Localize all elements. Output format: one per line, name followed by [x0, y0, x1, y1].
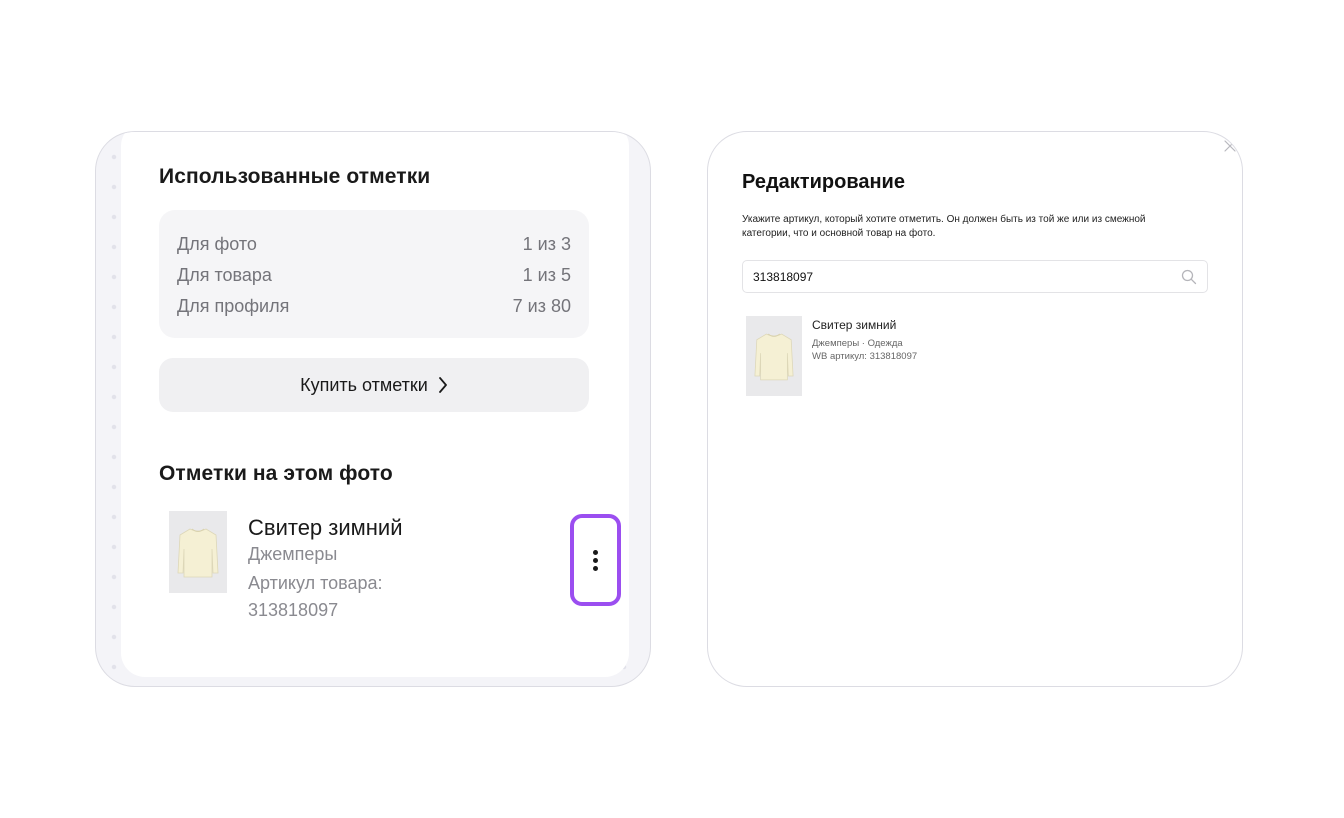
stat-label: Для товара: [177, 265, 272, 285]
search-result-item[interactable]: Свитер зимний Джемперы · Одежда WB артик…: [746, 316, 1046, 398]
search-icon[interactable]: [1181, 269, 1197, 285]
marks-stats-box: Для фото 1 из 3 Для товара 1 из 5 Для пр…: [159, 210, 589, 338]
stat-row-profile: Для профиля 7 из 80: [177, 294, 571, 325]
photo-marks-title: Отметки на этом фото: [159, 462, 393, 485]
used-marks-panel: Использованные отметки Для фото 1 из 3 Д…: [95, 131, 651, 687]
article-search-field: [742, 260, 1208, 293]
used-marks-card: Использованные отметки Для фото 1 из 3 Д…: [121, 132, 629, 677]
edit-modal: Редактирование Укажите артикул, который …: [707, 131, 1243, 687]
edit-modal-description: Укажите артикул, который хотите отметить…: [742, 214, 1146, 239]
stat-label: Для фото: [177, 234, 257, 254]
result-category: Джемперы · Одежда: [812, 338, 903, 349]
stat-label: Для профиля: [177, 296, 290, 316]
more-vertical-icon: [593, 548, 598, 572]
product-category: Джемперы: [248, 544, 338, 564]
buy-marks-label: Купить отметки: [300, 374, 428, 395]
close-icon[interactable]: [1222, 138, 1238, 154]
stat-value: 1 из 5: [522, 265, 571, 285]
stat-row-product: Для товара 1 из 5: [177, 263, 571, 294]
product-article: Артикул товара: 313818097: [248, 573, 383, 620]
chevron-right-icon: [438, 377, 447, 393]
result-name: Свитер зимний: [812, 318, 897, 332]
used-marks-title: Использованные отметки: [159, 165, 431, 188]
article-search-input[interactable]: [743, 261, 1163, 292]
edit-modal-title: Редактирование: [742, 171, 905, 193]
result-article: WB артикул: 313818097: [812, 351, 918, 362]
product-name: Свитер зимний: [248, 515, 403, 540]
product-thumbnail: [169, 511, 227, 593]
photo-mark-item: Свитер зимний Джемперы Артикул товара: 3…: [169, 511, 599, 631]
result-thumbnail: [746, 316, 802, 396]
stat-value: 1 из 3: [522, 234, 571, 254]
sweater-image: [177, 528, 219, 578]
stat-row-photo: Для фото 1 из 3: [177, 232, 571, 263]
sweater-image: [754, 333, 794, 381]
buy-marks-button[interactable]: Купить отметки: [159, 358, 589, 412]
mark-options-button[interactable]: [570, 514, 621, 606]
stat-value: 7 из 80: [512, 296, 571, 316]
